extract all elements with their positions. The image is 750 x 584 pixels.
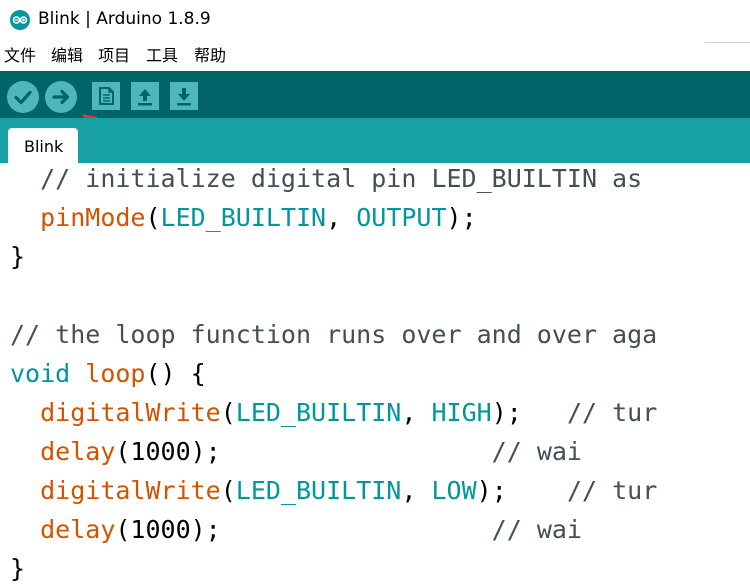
code-line: // the loop function runs over and over … xyxy=(10,319,657,357)
window-title: Blink | Arduino 1.8.9 xyxy=(38,9,211,29)
tab-bar: Blink xyxy=(0,118,750,163)
code-line: pinMode(LED_BUILTIN, OUTPUT); xyxy=(10,202,477,240)
code-token: // initialize digital pin LED_BUILTIN as xyxy=(40,164,643,193)
title-bar: Blink | Arduino 1.8.9 xyxy=(0,0,750,40)
arduino-logo-icon xyxy=(10,10,30,30)
code-token: // tur xyxy=(566,398,658,427)
code-token: pinMode xyxy=(40,203,146,232)
menu-divider xyxy=(705,42,750,43)
menu-bar: 文件 编辑 项目 工具 帮助 xyxy=(0,40,750,70)
code-token: loop xyxy=(85,359,146,388)
menu-sketch[interactable]: 项目 xyxy=(98,46,130,66)
upload-arrow-icon xyxy=(138,89,152,106)
code-token: ); xyxy=(491,398,567,427)
code-line: delay(1000); // wai xyxy=(10,436,582,474)
code-line: // initialize digital pin LED_BUILTIN as xyxy=(10,163,642,201)
code-token: , xyxy=(401,476,432,505)
download-arrow-icon xyxy=(177,88,191,106)
code-token: digitalWrite xyxy=(40,398,221,427)
code-line: digitalWrite(LED_BUILTIN, HIGH); // tur xyxy=(10,397,657,435)
code-token: digitalWrite xyxy=(40,476,221,505)
menu-edit[interactable]: 编辑 xyxy=(51,46,83,66)
code-token: ( xyxy=(220,398,236,427)
new-sketch-button[interactable] xyxy=(92,82,120,110)
code-token: OUTPUT xyxy=(356,203,447,232)
code-token: ( xyxy=(220,476,236,505)
tab-blink[interactable]: Blink xyxy=(8,128,78,163)
document-icon xyxy=(99,87,114,105)
verify-button[interactable] xyxy=(7,81,39,113)
code-token: LED_BUILTIN xyxy=(160,203,327,232)
checkmark-icon xyxy=(14,90,32,105)
code-token: HIGH xyxy=(431,398,492,427)
code-token: ); xyxy=(476,476,567,505)
code-token: // wai xyxy=(491,437,582,466)
menu-file[interactable]: 文件 xyxy=(4,46,36,66)
code-token: delay xyxy=(40,515,116,544)
open-button[interactable] xyxy=(131,82,159,110)
save-button[interactable] xyxy=(170,82,198,110)
code-editor[interactable]: // initialize digital pin LED_BUILTIN as… xyxy=(0,163,750,584)
code-token: ( xyxy=(145,203,161,232)
code-token: LED_BUILTIN xyxy=(235,398,402,427)
upload-button[interactable] xyxy=(45,81,77,113)
menu-tools[interactable]: 工具 xyxy=(146,46,178,66)
code-token: // tur xyxy=(566,476,658,505)
code-line: delay(1000); // wai xyxy=(10,514,582,552)
code-token: LED_BUILTIN xyxy=(235,476,402,505)
code-token: (1000); xyxy=(115,515,492,544)
code-token: // the loop function runs over and over … xyxy=(10,320,658,349)
code-token: } xyxy=(10,554,26,583)
code-line: void loop() { xyxy=(10,358,206,396)
code-token: ); xyxy=(446,203,477,232)
code-line: } xyxy=(10,553,25,584)
menu-help[interactable]: 帮助 xyxy=(194,46,226,66)
code-token: void xyxy=(10,359,71,388)
code-token: () { xyxy=(145,359,206,388)
code-token: delay xyxy=(40,437,116,466)
arrow-right-icon xyxy=(52,89,70,105)
code-line: } xyxy=(10,241,25,279)
code-token: (1000); xyxy=(115,437,492,466)
code-token: , xyxy=(326,203,357,232)
code-line: digitalWrite(LED_BUILTIN, LOW); // tur xyxy=(10,475,657,513)
code-token: LOW xyxy=(431,476,477,505)
code-token: } xyxy=(10,242,26,271)
tab-label: Blink xyxy=(24,137,64,156)
code-token: , xyxy=(401,398,432,427)
code-token: // wai xyxy=(491,515,582,544)
